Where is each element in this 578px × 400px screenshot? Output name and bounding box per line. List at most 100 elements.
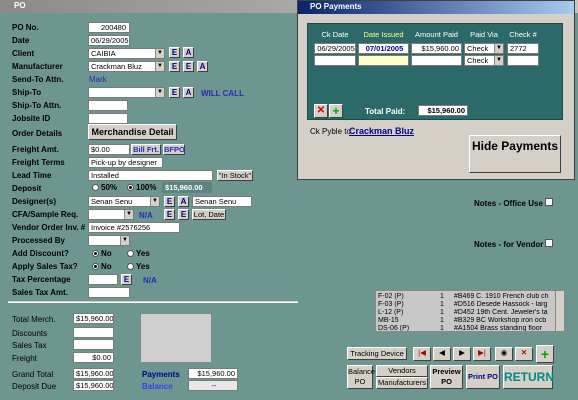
chevron-down-icon[interactable]: ▼ <box>124 210 133 219</box>
new-ck-date[interactable] <box>314 55 356 66</box>
processed-by-select[interactable]: ▼ <box>88 235 130 246</box>
vendor-inv-field[interactable]: Invoice #2576256 <box>88 222 180 233</box>
delete-icon[interactable]: ✕ <box>515 347 533 361</box>
ship-to-select[interactable]: ▼ <box>88 87 165 98</box>
bill-freight-button[interactable]: Bill Frt. <box>131 144 161 155</box>
freight-terms-field[interactable]: Pick-up by designer <box>88 157 163 168</box>
client-add-button[interactable]: A <box>183 47 194 58</box>
add-payment-icon[interactable]: + <box>329 104 343 118</box>
deposit-due-value: $15,960.00 <box>73 380 114 391</box>
payment-via-select[interactable]: Check ▼ <box>464 43 504 54</box>
payment-ck-date[interactable]: 06/29/2005 <box>314 43 356 54</box>
last-record-button[interactable]: ▶| <box>473 347 491 361</box>
designer-secondary-field[interactable]: Senan Senu <box>192 196 252 207</box>
list-item[interactable]: DS-06 (P) 1 #A1504 Brass standing floor <box>378 325 556 331</box>
payments-col-header: Paid Via <box>470 30 498 39</box>
in-stock-button[interactable]: "In Stock" <box>217 170 253 181</box>
ship-to-attn-field[interactable] <box>88 100 128 111</box>
list-item[interactable]: F-02 (P) 1 #B469 C. 1910 French club ch <box>378 293 556 301</box>
hide-payments-button[interactable]: Hide Payments <box>469 135 561 173</box>
discount-yes-radio[interactable]: Yes <box>127 249 150 258</box>
lot-date-button[interactable]: Lot, Date <box>192 209 226 220</box>
items-list[interactable]: F-02 (P) 1 #B469 C. 1910 French club ch F-0… <box>375 290 565 332</box>
client-edit-button[interactable]: E <box>169 47 180 58</box>
new-via-select[interactable]: Check ▼ <box>464 55 504 66</box>
cfa-edit2-button[interactable]: E <box>178 209 189 220</box>
deposit-50-radio[interactable]: 50% <box>92 183 117 192</box>
discount-no-radio[interactable]: No <box>92 249 112 258</box>
ship-to-edit-button[interactable]: E <box>169 87 180 98</box>
list-item[interactable]: L-12 (P) 1 #D452 19th Cent. Jeweler's ta <box>378 309 556 317</box>
freight-amt-field[interactable]: $0.00 <box>88 144 130 155</box>
chevron-down-icon[interactable]: ▼ <box>155 62 164 71</box>
notes-office-checkbox[interactable] <box>545 198 553 206</box>
date-field[interactable]: 06/29/2005 <box>88 35 130 46</box>
tax-edit-button[interactable]: E <box>121 274 132 285</box>
tax-yes-radio[interactable]: Yes <box>127 262 150 271</box>
chevron-down-icon[interactable]: ▼ <box>150 197 159 206</box>
total-paid-label: Total Paid: <box>365 107 406 116</box>
tracking-device-button[interactable]: Tracking Device <box>347 347 407 360</box>
prev-record-button[interactable]: ◀ <box>433 347 451 361</box>
list-item[interactable]: F-03 (P) 1 #D516 Desede Hassock - larg <box>378 301 556 309</box>
jobsite-field[interactable] <box>88 113 128 124</box>
radio-icon[interactable] <box>127 250 134 258</box>
return-button[interactable]: RETURN <box>503 365 554 389</box>
manufacturer-add-button[interactable]: A <box>197 61 208 72</box>
send-to-value[interactable]: Mark <box>89 75 107 84</box>
scrollbar[interactable] <box>555 291 564 331</box>
radio-selected-icon[interactable] <box>127 184 134 192</box>
cfa-edit-button[interactable]: E <box>164 209 175 220</box>
sales-tax-amt-field[interactable] <box>88 287 130 298</box>
new-date-issued[interactable] <box>358 55 409 66</box>
client-select[interactable]: CAIBIA ▼ <box>88 48 165 59</box>
designer-edit-button[interactable]: E <box>164 196 175 207</box>
chevron-down-icon[interactable]: ▼ <box>494 56 503 65</box>
radio-selected-icon[interactable] <box>92 263 99 271</box>
new-amount[interactable] <box>411 55 462 66</box>
chevron-down-icon[interactable]: ▼ <box>155 88 164 97</box>
ship-to-add-button[interactable]: A <box>183 87 194 98</box>
freight-po-button[interactable]: BFPO <box>163 144 185 155</box>
ck-payable-value[interactable]: Crackman Bluz <box>349 126 414 136</box>
chevron-down-icon[interactable]: ▼ <box>494 44 503 53</box>
cfa-select[interactable]: ▼ <box>88 209 134 220</box>
preview-po-button[interactable]: Preview PO <box>430 365 463 389</box>
po-no-field[interactable]: 200480 <box>88 22 130 33</box>
notes-vendor-checkbox[interactable] <box>545 239 553 247</box>
payment-amount[interactable]: $15,960.00 <box>411 43 462 54</box>
notes-vendor-label: Notes - for Vendor <box>474 240 544 249</box>
tax-no-radio[interactable]: No <box>92 262 112 271</box>
balance-po-button[interactable]: Balance PO <box>347 365 375 389</box>
new-check-no[interactable] <box>507 55 539 66</box>
first-record-button[interactable]: |◀ <box>413 347 431 361</box>
print-po-button[interactable]: Print PO <box>466 365 500 389</box>
radio-selected-icon[interactable] <box>92 250 99 258</box>
list-item[interactable]: MB-15 1 #B329 BC Workshop iron ocb <box>378 317 556 325</box>
chevron-down-icon[interactable]: ▼ <box>155 49 164 58</box>
radio-icon[interactable] <box>92 184 99 192</box>
designer-add-button[interactable]: A <box>178 196 189 207</box>
tax-yes-label: Yes <box>136 262 150 271</box>
binoculars-icon[interactable]: ◉ <box>495 347 513 361</box>
manufacturer-edit2-button[interactable]: E <box>183 61 194 72</box>
payment-check-no[interactable]: 2772 <box>507 43 539 54</box>
tax-pct-field[interactable] <box>88 274 118 285</box>
designer-select[interactable]: Senan Senu ▼ <box>88 196 160 207</box>
radio-icon[interactable] <box>127 263 134 271</box>
manufacturer-edit-button[interactable]: E <box>169 61 180 72</box>
image-box <box>140 313 212 363</box>
lead-time-field[interactable]: Installed <box>88 170 213 181</box>
deposit-100-radio[interactable]: 100% <box>127 183 156 192</box>
vendors-button[interactable]: Vendors <box>376 365 428 377</box>
merchandise-detail-button[interactable]: Merchandise Detail <box>88 124 177 140</box>
chevron-down-icon[interactable]: ▼ <box>120 236 129 245</box>
will-call-link[interactable]: WILL CALL <box>201 89 244 98</box>
payment-date-issued[interactable]: 07/01/2005 <box>358 43 409 54</box>
next-record-button[interactable]: ▶ <box>453 347 471 361</box>
add-icon[interactable]: + <box>536 345 554 363</box>
delete-payment-icon[interactable]: ✕ <box>314 104 328 118</box>
manufacturer-select[interactable]: Crackman Bluz ▼ <box>88 61 165 72</box>
item-qty: 1 <box>440 309 444 316</box>
manufacturers-button[interactable]: Manufacturers <box>376 377 428 389</box>
